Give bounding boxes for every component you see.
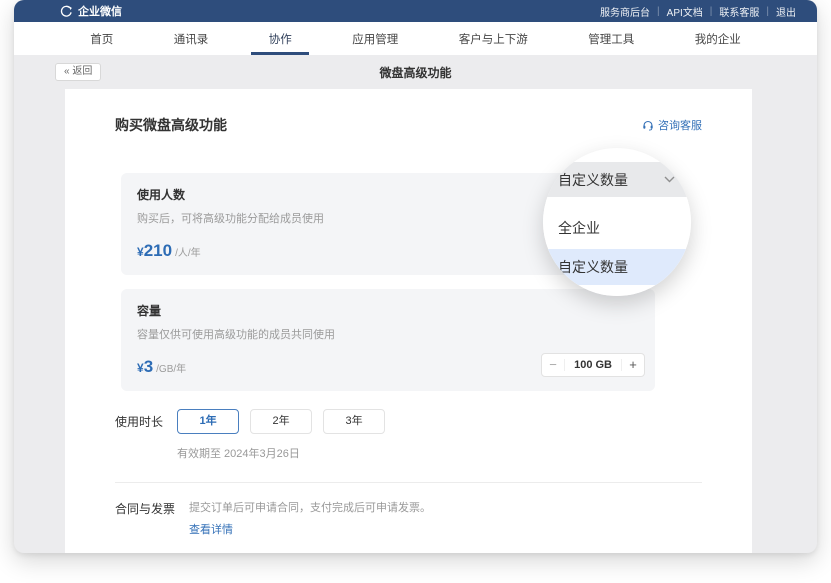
seats-price-amount: 210: [144, 241, 172, 261]
back-label: 返回: [72, 66, 92, 77]
page-header: « 返回 微盘高级功能: [14, 55, 817, 89]
nav-item-home[interactable]: 首页: [90, 22, 113, 55]
brand[interactable]: 企业微信: [60, 3, 122, 19]
duration-option-1year[interactable]: 1年: [177, 409, 239, 434]
nav-item-my-company[interactable]: 我的企业: [695, 22, 741, 55]
contract-row: 合同与发票 提交订单后可申请合同，支付完成后可申请发票。 查看详情: [115, 483, 702, 538]
nav-item-app-management[interactable]: 应用管理: [352, 22, 398, 55]
nav-item-contacts[interactable]: 通讯录: [174, 22, 209, 55]
headset-icon: [642, 119, 654, 131]
main-nav: 首页 通讯录 协作 应用管理 客户与上下游 管理工具 我的企业: [14, 22, 817, 55]
app-window: 企业微信 服务商后台 | API文档 | 联系客服 | 退出 首页 通讯录 协作…: [14, 0, 817, 553]
dropdown-option-custom-count[interactable]: 自定义数量: [543, 249, 691, 285]
brand-name: 企业微信: [78, 3, 122, 19]
chevron-down-icon: [664, 176, 675, 183]
topbar-link-logout[interactable]: 退出: [769, 4, 803, 19]
storage-card-desc: 容量仅供可使用高级功能的成员共同使用: [137, 326, 639, 342]
seat-scope-dropdown[interactable]: 自定义数量: [543, 162, 691, 197]
page-title: 购买微盘高级功能: [115, 115, 227, 135]
storage-price-amount: 3: [144, 357, 153, 377]
stepper-value[interactable]: 100 GB: [564, 359, 622, 371]
nav-item-collaboration[interactable]: 协作: [269, 22, 292, 55]
duration-label: 使用时长: [115, 413, 163, 430]
page-header-title: 微盘高级功能: [379, 64, 451, 81]
duration-option-2year[interactable]: 2年: [250, 409, 312, 434]
nav-item-admin-tools[interactable]: 管理工具: [588, 22, 634, 55]
dropdown-spotlight: 自定义数量 全企业 自定义数量: [543, 148, 691, 296]
dropdown-menu: 全企业 自定义数量: [543, 197, 691, 296]
view-details-link[interactable]: 查看详情: [189, 521, 233, 537]
storage-quantity-stepper: − 100 GB +: [541, 353, 645, 377]
dropdown-option-whole-company[interactable]: 全企业: [543, 210, 691, 246]
storage-card-title: 容量: [137, 302, 639, 319]
seats-price-unit: /人/年: [175, 244, 201, 259]
content-area: 购买微盘高级功能 咨询客服 使用人数 购买后，可将高: [14, 89, 817, 553]
storage-price-unit: /GB/年: [156, 360, 186, 375]
back-chevrons-icon: «: [64, 66, 70, 77]
back-button[interactable]: « 返回: [55, 63, 101, 81]
currency-symbol: ¥: [137, 361, 144, 375]
stepper-plus-button[interactable]: +: [622, 354, 644, 376]
consult-support-label: 咨询客服: [658, 117, 702, 133]
topbar-links: 服务商后台 | API文档 | 联系客服 | 退出: [593, 4, 803, 19]
nav-item-customers[interactable]: 客户与上下游: [459, 22, 528, 55]
validity-note: 有效期至 2024年3月26日: [177, 445, 702, 461]
stepper-minus-button[interactable]: −: [542, 354, 564, 376]
dropdown-selected-value: 自定义数量: [558, 170, 628, 190]
duration-option-3year[interactable]: 3年: [323, 409, 385, 434]
contract-desc: 提交订单后可申请合同，支付完成后可申请发票。: [189, 500, 431, 517]
duration-row: 使用时长 1年 2年 3年: [115, 409, 702, 434]
consult-support-link[interactable]: 咨询客服: [642, 117, 702, 133]
topbar-link-contact-support[interactable]: 联系客服: [712, 4, 766, 19]
contract-label: 合同与发票: [115, 500, 175, 517]
topbar-link-provider[interactable]: 服务商后台: [593, 4, 657, 19]
wework-logo-icon: [60, 5, 73, 18]
currency-symbol: ¥: [137, 245, 144, 259]
topbar: 企业微信 服务商后台 | API文档 | 联系客服 | 退出: [14, 0, 817, 22]
storage-card: 容量 容量仅供可使用高级功能的成员共同使用 ¥3/GB/年 − 100 GB +: [121, 289, 655, 391]
topbar-link-api-docs[interactable]: API文档: [660, 4, 710, 19]
